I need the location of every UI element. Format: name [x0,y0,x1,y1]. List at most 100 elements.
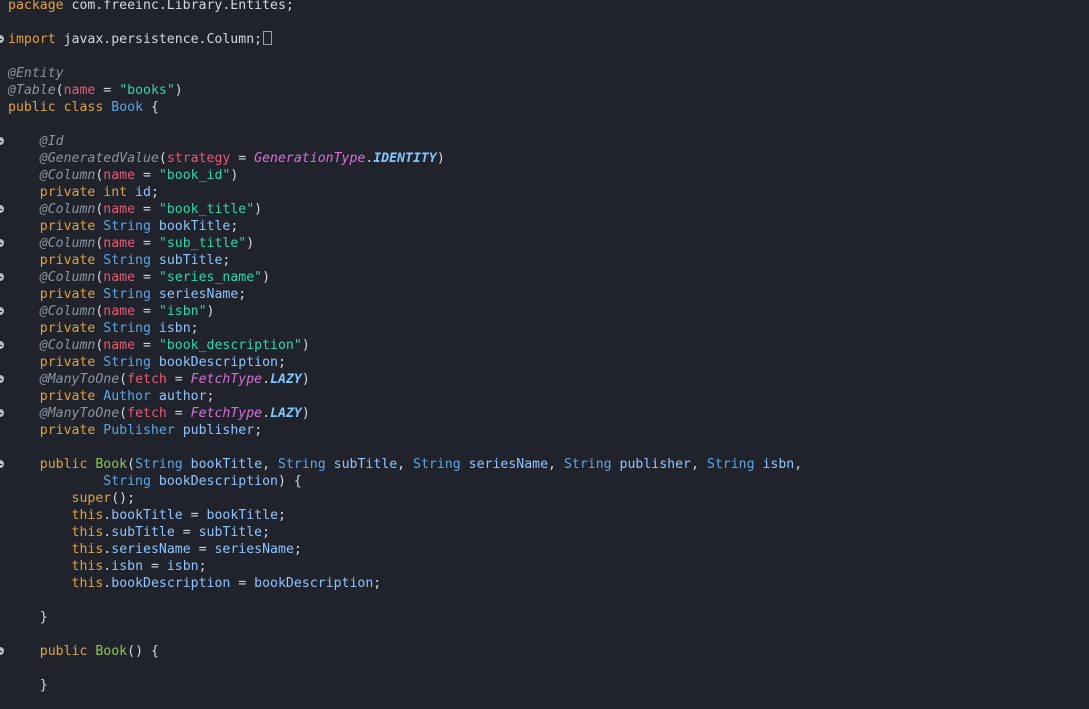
code-token: ( [158,151,167,166]
code-line[interactable]: super(); [0,490,1089,507]
code-line[interactable]: private String seriesName; [0,286,1089,303]
code-line[interactable]: @Column(name = "isbn") [0,303,1089,320]
code-token: , [262,457,279,472]
code-token: name [103,236,136,251]
code-line[interactable]: private String bookDescription; [0,354,1089,371]
fold-toggle-icon[interactable] [0,375,4,383]
code-token: bookTitle [158,219,231,234]
code-token: bookTitle [206,508,279,523]
code-token: ; [198,559,207,574]
code-line[interactable]: this.subTitle = subTitle; [0,524,1089,541]
fold-toggle-icon[interactable] [0,35,4,43]
code-token: subTitle [111,525,175,540]
code-line[interactable]: @ManyToOne(fetch = FetchType.LAZY) [0,371,1089,388]
code-token: String [278,457,326,472]
code-token: String [103,355,151,370]
code-token: String [103,219,151,234]
code-line[interactable]: String bookDescription) { [0,473,1089,490]
code-editor[interactable]: package com.freeinc.Library.Entites; impo… [0,0,1089,709]
code-line[interactable]: @GeneratedValue(strategy = GenerationTyp… [0,150,1089,167]
code-token: author [158,389,207,404]
fold-toggle-icon[interactable] [0,205,4,213]
code-line[interactable]: @Column(name = "series_name") [0,269,1089,286]
code-token: "series_name" [158,270,263,285]
code-line[interactable]: this.seriesName = seriesName; [0,541,1089,558]
code-line[interactable]: } [0,677,1089,694]
code-line[interactable]: private Publisher publisher; [0,422,1089,439]
code-token: Book [111,100,144,115]
code-token: = [230,151,255,166]
code-text: private String seriesName; [8,286,246,303]
code-line[interactable]: @Column(name = "book_description") [0,337,1089,354]
code-text: } [8,609,48,626]
code-token: @Column [39,270,96,285]
code-line[interactable]: private int id; [0,184,1089,201]
fold-toggle-icon[interactable] [0,460,4,468]
fold-toggle-icon[interactable] [0,409,4,417]
code-token: this [71,525,104,540]
collapsed-imports-icon[interactable] [263,31,273,45]
code-line[interactable]: private String bookTitle; [0,218,1089,235]
code-token: @Column [39,304,96,319]
code-line[interactable]: this.bookTitle = bookTitle; [0,507,1089,524]
code-token: seriesName [158,287,239,302]
code-token: "book_title" [158,202,255,217]
code-line[interactable] [0,626,1089,643]
code-token: seriesName [214,542,294,557]
code-token: ) [174,83,183,98]
code-token: "books" [119,83,175,98]
code-line[interactable]: public class Book { [0,99,1089,116]
code-line[interactable]: private Author author; [0,388,1089,405]
fold-toggle-icon[interactable] [0,273,4,281]
code-line[interactable]: @Entity [0,65,1089,82]
code-text: public Book(String bookTitle, String sub… [8,456,802,473]
code-token: strategy [166,151,231,166]
code-line[interactable] [0,14,1089,31]
code-line[interactable]: } [0,609,1089,626]
fold-toggle-icon[interactable] [0,647,4,655]
code-token: isbn [762,457,795,472]
code-line[interactable]: this.bookDescription = bookDescription; [0,575,1089,592]
code-line[interactable] [0,48,1089,65]
code-line[interactable]: @Id [0,133,1089,150]
fold-toggle-icon[interactable] [0,239,4,247]
code-line[interactable]: import javax.persistence.Column; [0,31,1089,48]
code-line[interactable]: public Book() { [0,643,1089,660]
code-token: bookDescription [158,474,278,489]
code-token: ( [119,406,128,421]
code-token: private [39,185,96,200]
code-line[interactable]: @Column(name = "sub_title") [0,235,1089,252]
code-line[interactable]: @Column(name = "book_title") [0,201,1089,218]
code-token: fetch [127,372,167,387]
code-token: ( [55,83,64,98]
code-line[interactable] [0,439,1089,456]
code-token: = [166,406,191,421]
code-line[interactable] [0,592,1089,609]
code-line[interactable] [0,116,1089,133]
code-line[interactable] [0,660,1089,677]
code-token: seriesName [111,542,191,557]
fold-toggle-icon[interactable] [0,307,4,315]
code-line[interactable]: this.isbn = isbn; [0,558,1089,575]
code-line[interactable]: package com.freeinc.Library.Entites; [0,0,1089,14]
code-line[interactable]: @Column(name = "book_id") [0,167,1089,184]
code-line[interactable]: private String isbn; [0,320,1089,337]
code-token: ) [262,270,271,285]
code-token: this [71,508,104,523]
fold-toggle-icon[interactable] [0,341,4,349]
code-token: , [691,457,707,472]
code-line[interactable]: @Table(name = "books") [0,82,1089,99]
code-token: ) [301,338,310,353]
code-line[interactable]: private String subTitle; [0,252,1089,269]
fold-toggle-icon[interactable] [0,137,4,145]
code-line[interactable]: @ManyToOne(fetch = FetchType.LAZY) [0,405,1089,422]
code-line[interactable]: public Book(String bookTitle, String sub… [0,456,1089,473]
